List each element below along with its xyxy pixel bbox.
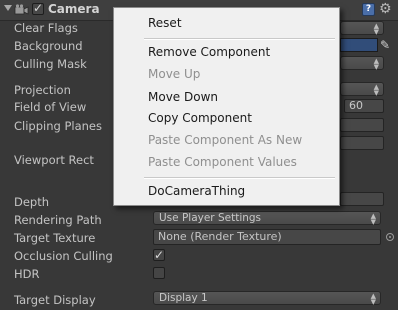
menu-item-move-down[interactable]: Move Down [148, 90, 218, 104]
target-display-dropdown[interactable]: Display 1 ▲ ▼ [153, 291, 381, 306]
dropdown-arrows-icon: ▲ ▼ [373, 22, 379, 36]
rendering-path-value: Use Player Settings [159, 212, 262, 224]
menu-item-paste-component-as-new: Paste Component As New [148, 133, 303, 147]
label-viewport-rect: Viewport Rect [14, 153, 94, 167]
dropdown-arrows-icon: ▲ ▼ [373, 83, 379, 97]
help-icon[interactable]: ? [362, 3, 375, 16]
label-occlusion-culling: Occlusion Culling [14, 249, 113, 263]
label-target-texture: Target Texture [14, 231, 96, 245]
menu-separator [144, 177, 335, 179]
menu-item-copy-component[interactable]: Copy Component [148, 111, 252, 125]
component-title: Camera [48, 2, 100, 16]
label-clear-flags: Clear Flags [14, 21, 78, 35]
menu-separator [144, 38, 335, 40]
checkmark-icon: ✓ [33, 1, 44, 15]
menu-item-move-up: Move Up [148, 67, 201, 81]
occlusion-culling-checkbox[interactable]: ✓ [153, 248, 165, 262]
menu-item-docamerathing[interactable]: DoCameraThing [148, 184, 245, 198]
clipping-far-input[interactable] [340, 136, 384, 150]
component-enabled-checkbox[interactable]: ✓ [32, 1, 44, 15]
label-rendering-path: Rendering Path [14, 213, 102, 227]
label-depth: Depth [14, 195, 50, 209]
clear-flags-dropdown[interactable]: ▲ ▼ [340, 21, 384, 36]
culling-mask-dropdown[interactable]: ▲ ▼ [340, 56, 384, 71]
menu-item-remove-component[interactable]: Remove Component [148, 45, 270, 59]
rendering-path-dropdown[interactable]: Use Player Settings ▲ ▼ [153, 211, 381, 226]
dropdown-arrows-icon: ▲ ▼ [373, 57, 379, 71]
field-of-view-input[interactable]: 60 [344, 99, 384, 113]
label-hdr: HDR [14, 267, 40, 281]
label-target-display: Target Display [14, 293, 96, 307]
menu-item-reset[interactable]: Reset [148, 16, 182, 30]
label-clipping-planes: Clipping Planes [14, 119, 102, 133]
context-menu: Reset Remove Component Move Up Move Down… [113, 7, 340, 206]
hdr-checkbox[interactable] [153, 267, 165, 279]
target-texture-field[interactable]: None (Render Texture) [153, 229, 381, 245]
target-display-value: Display 1 [159, 292, 208, 304]
dropdown-arrows-icon: ▲ ▼ [370, 212, 376, 226]
label-field-of-view: Field of View [14, 100, 87, 114]
label-projection: Projection [14, 83, 71, 97]
menu-item-paste-component-values: Paste Component Values [148, 155, 297, 169]
background-color-field[interactable] [340, 38, 378, 52]
clipping-near-input[interactable] [340, 118, 384, 132]
checkmark-icon: ✓ [154, 248, 165, 262]
target-texture-value: None (Render Texture) [158, 230, 282, 243]
label-background: Background [14, 39, 83, 53]
foldout-arrow-icon[interactable] [4, 5, 12, 11]
camera-icon [14, 4, 29, 15]
dropdown-arrows-icon: ▲ ▼ [370, 292, 376, 306]
depth-input[interactable] [340, 192, 384, 206]
projection-dropdown[interactable]: ▲ ▼ [340, 82, 384, 97]
label-culling-mask: Culling Mask [14, 57, 87, 71]
object-picker-icon[interactable] [386, 233, 394, 241]
gear-icon[interactable]: ⚙ [379, 0, 392, 18]
eyedropper-icon[interactable]: ✎ [380, 37, 390, 53]
